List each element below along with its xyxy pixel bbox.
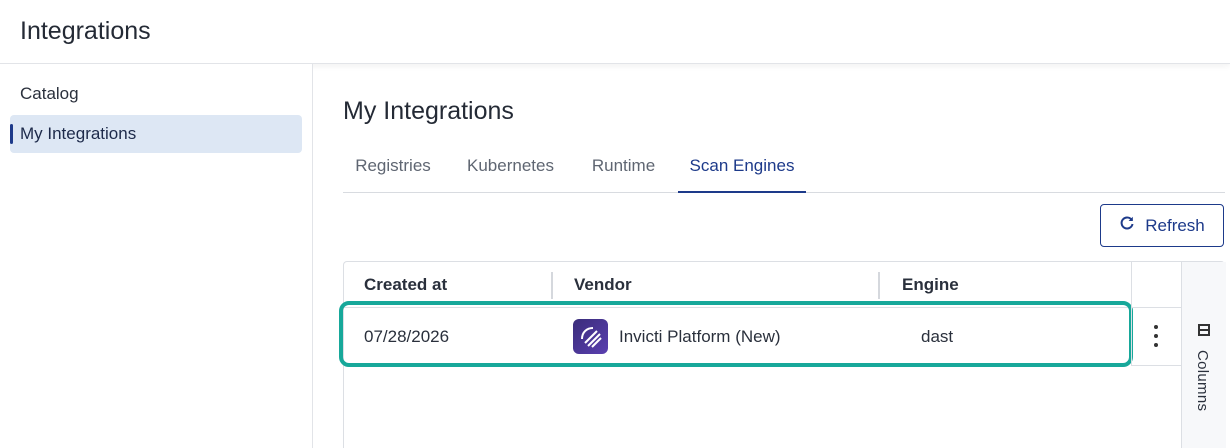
columns-label: Columns — [1194, 350, 1211, 412]
table-row[interactable]: 07/28/2026 Invicti Platform (New) dast — [344, 308, 1132, 366]
refresh-button[interactable]: Refresh — [1100, 204, 1224, 247]
column-separator[interactable] — [551, 272, 553, 299]
columns-icon — [1198, 324, 1210, 336]
app-title: Integrations — [20, 17, 151, 45]
sidebar: Catalog My Integrations — [0, 64, 313, 448]
column-separator[interactable] — [878, 272, 880, 299]
tab-registries[interactable]: Registries — [343, 144, 443, 193]
tab-kubernetes[interactable]: Kubernetes — [453, 144, 568, 193]
row-actions-column — [1131, 262, 1181, 366]
refresh-label: Refresh — [1145, 215, 1205, 235]
cell-vendor: Invicti Platform (New) — [619, 327, 781, 346]
top-bar: Integrations — [0, 0, 1230, 64]
sidebar-item-catalog[interactable]: Catalog — [10, 75, 302, 113]
tab-scan-engines[interactable]: Scan Engines — [678, 144, 806, 193]
more-vertical-icon[interactable] — [1146, 322, 1166, 350]
sidebar-item-my-integrations[interactable]: My Integrations — [10, 115, 302, 153]
tab-runtime[interactable]: Runtime — [581, 144, 666, 193]
grid-header: Created at Vendor Engine — [344, 262, 1132, 308]
columns-panel-toggle[interactable]: Columns — [1181, 262, 1226, 448]
refresh-icon — [1119, 215, 1135, 236]
main-content: My Integrations Registries Kubernetes Ru… — [339, 64, 1228, 448]
column-header-vendor[interactable]: Vendor — [574, 262, 632, 308]
tab-bar: Registries Kubernetes Runtime Scan Engin… — [343, 144, 1225, 193]
column-header-created-at[interactable]: Created at — [364, 262, 447, 308]
cell-created-at: 07/28/2026 — [364, 327, 450, 346]
page-title: My Integrations — [343, 97, 514, 125]
data-grid: Created at Vendor Engine 07/28/2026 Invi… — [339, 261, 1226, 448]
cell-engine: dast — [921, 327, 954, 346]
column-header-engine[interactable]: Engine — [902, 262, 959, 308]
invicti-logo-icon — [573, 319, 608, 354]
